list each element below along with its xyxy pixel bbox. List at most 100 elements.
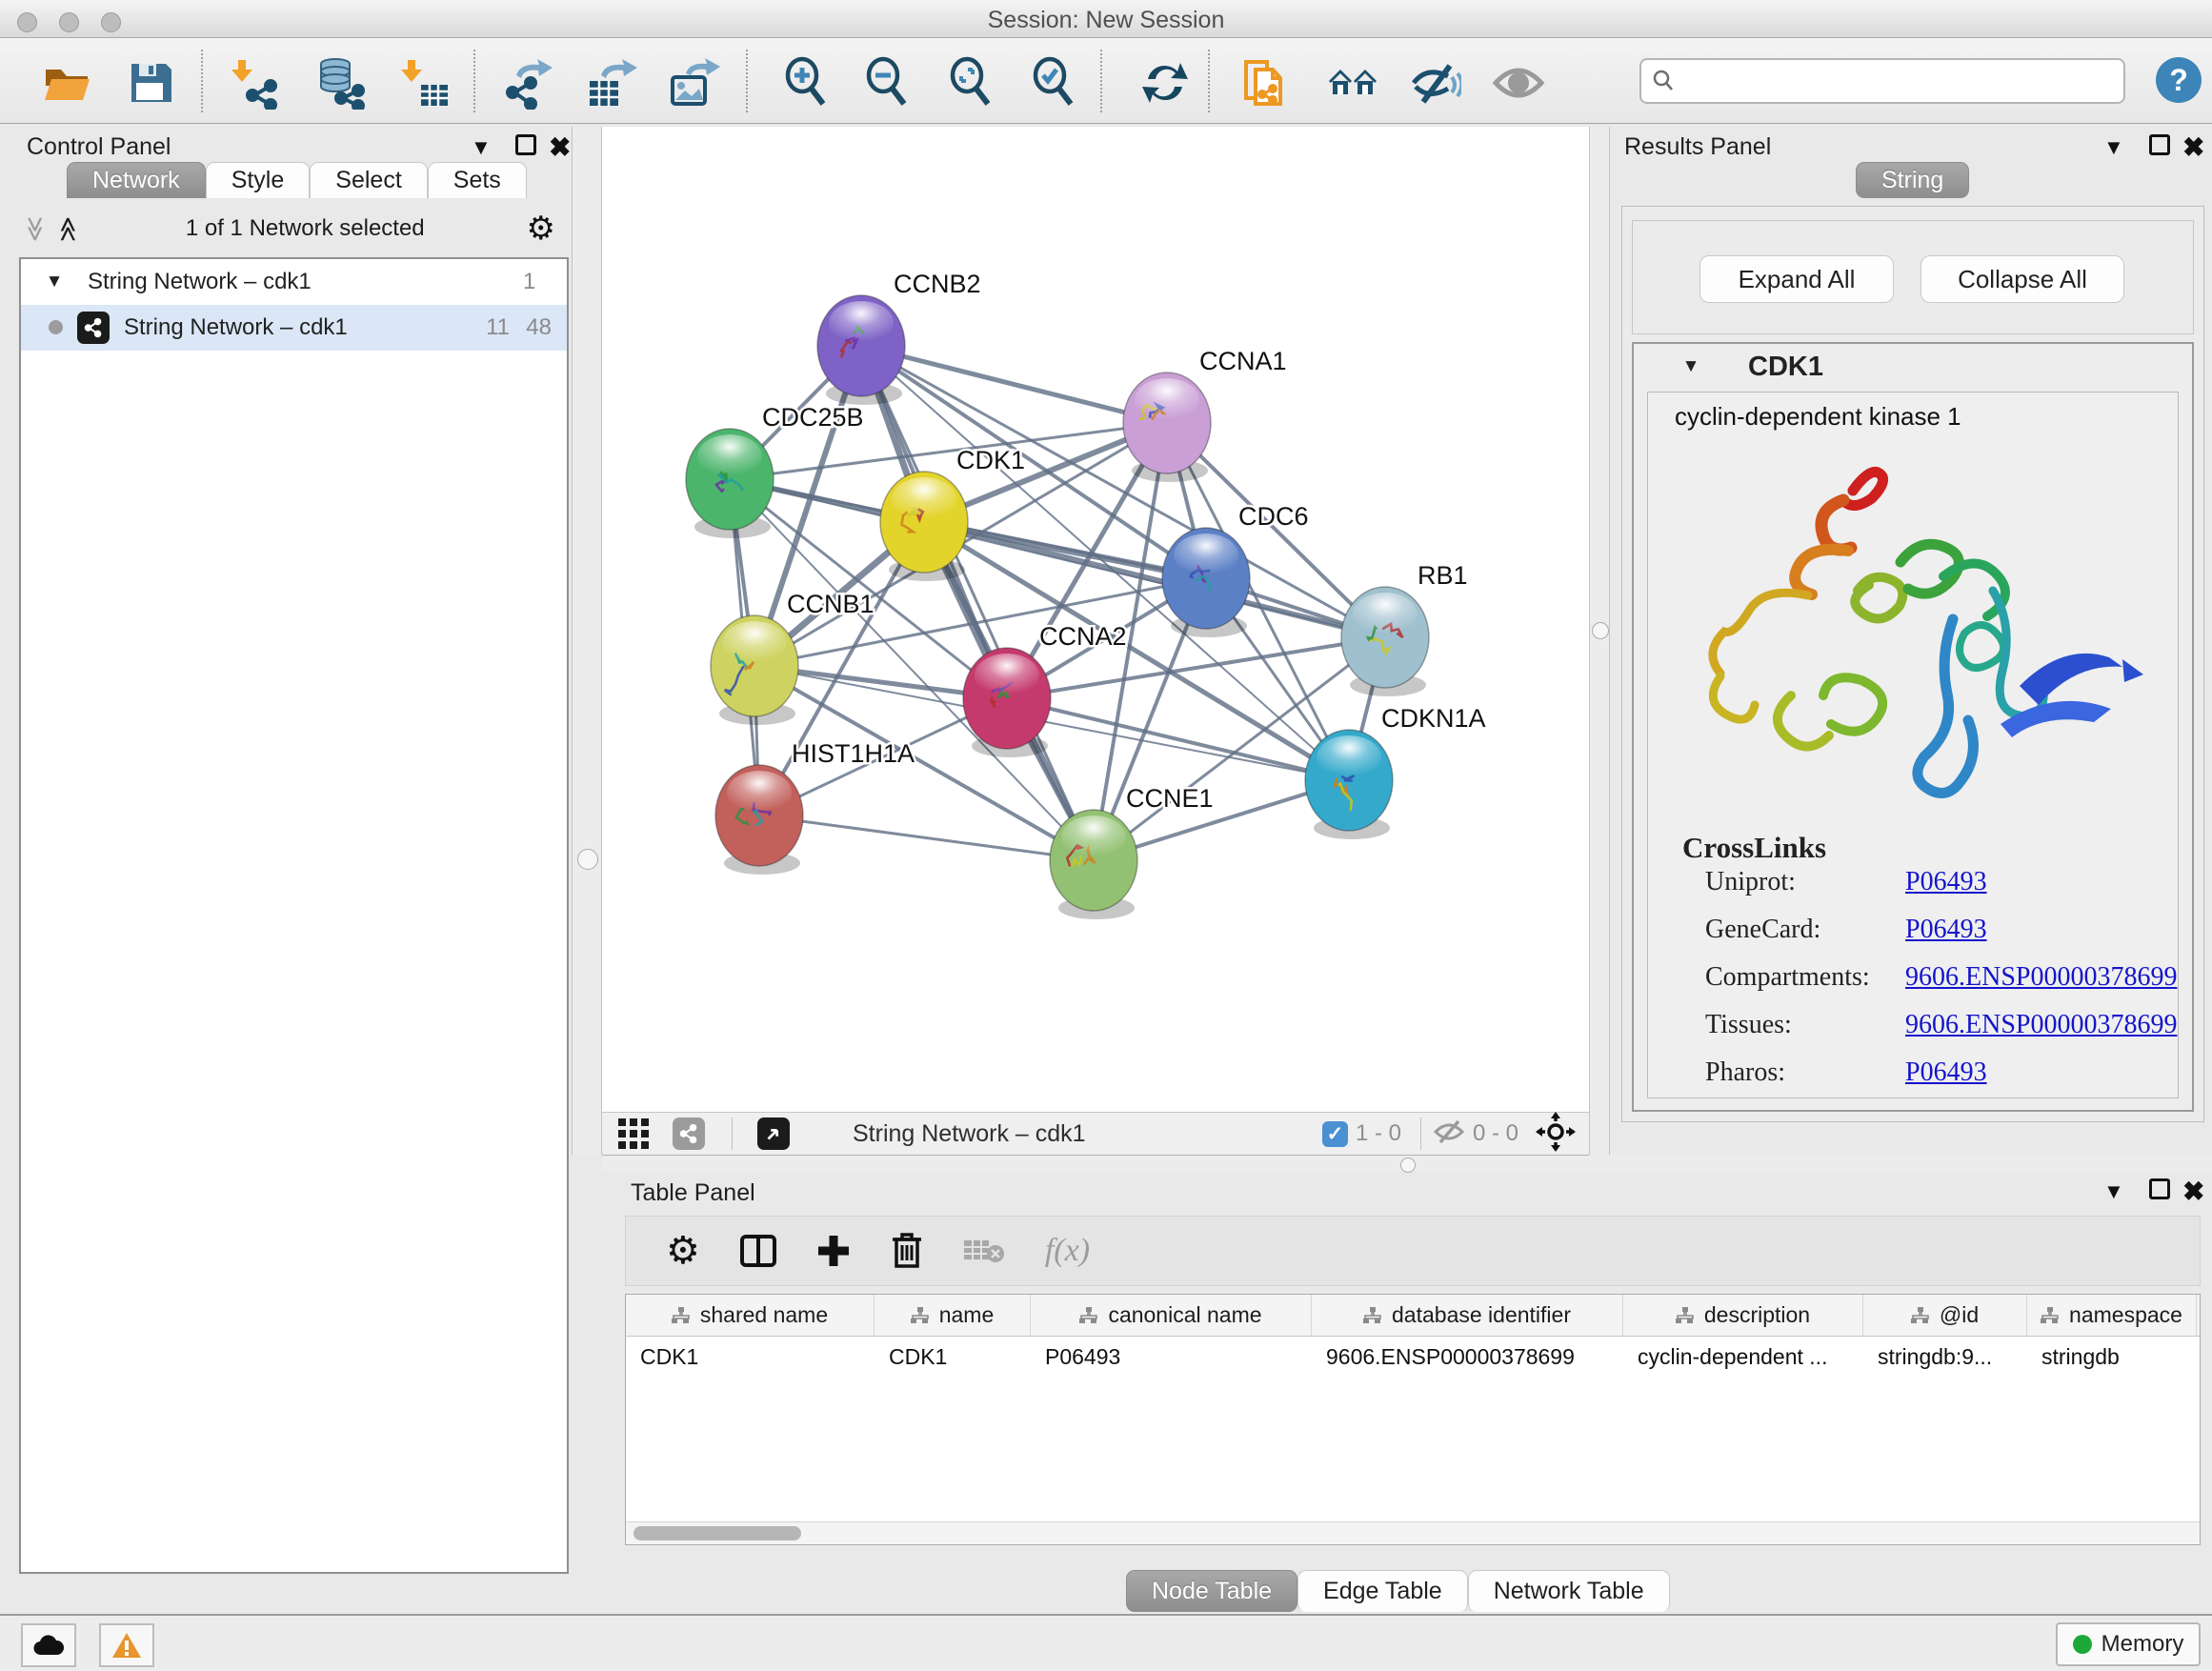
tab-node-table[interactable]: Node Table <box>1126 1570 1297 1612</box>
results-panel-float-icon[interactable] <box>2149 134 2170 155</box>
tab-network[interactable]: Network <box>67 162 206 198</box>
network-edge[interactable] <box>1007 698 1349 780</box>
collection-expand-icon[interactable]: ▼ <box>21 272 88 292</box>
right-splitter-handle[interactable] <box>1592 622 1609 639</box>
export-network-icon[interactable] <box>503 56 556 110</box>
import-table-icon[interactable] <box>400 56 453 110</box>
tab-style[interactable]: Style <box>206 162 311 198</box>
cloud-icon[interactable] <box>21 1623 76 1667</box>
cdk1-section-header[interactable]: ▼ CDK1 <box>1634 344 2192 390</box>
network-node-ccne1[interactable]: CCNE1 <box>1050 784 1214 919</box>
delete-column-icon[interactable] <box>891 1233 923 1269</box>
control-panel-menu-icon[interactable]: ▼ <box>471 135 492 160</box>
search-bar[interactable] <box>1639 58 2125 104</box>
column-header-database-identifier[interactable]: database identifier <box>1312 1295 1623 1336</box>
network-options-gear-icon[interactable]: ⚙ <box>527 210 555 248</box>
table-panel-menu-icon[interactable]: ▼ <box>2103 1179 2124 1204</box>
zoom-in-icon[interactable] <box>779 56 833 110</box>
show-all-icon[interactable] <box>1492 56 1545 110</box>
selected-counts: 1 - 0 <box>1356 1120 1401 1147</box>
network-node-ccnb2[interactable]: CCNB2 <box>817 270 981 405</box>
cdk1-collapse-icon[interactable]: ▼ <box>1634 356 1748 377</box>
node-table[interactable]: shared namenamecanonical namedatabase id… <box>625 1294 2201 1545</box>
open-session-icon[interactable] <box>40 56 93 110</box>
network-node-hist1h1a[interactable]: HIST1H1A <box>715 739 915 875</box>
table-row[interactable]: CDK1CDK1P064939606.ENSP00000378699cyclin… <box>626 1337 2200 1377</box>
network-node-cdkn1a[interactable]: CDKN1A <box>1305 704 1486 839</box>
collapse-all-button[interactable]: Collapse All <box>1920 255 2124 303</box>
crosslink-link[interactable]: P06493 <box>1905 867 1987 897</box>
hide-selected-icon[interactable] <box>1408 56 1461 110</box>
collapse-all-networks-icon[interactable]: ≫ <box>21 212 50 245</box>
column-header-name[interactable]: name <box>875 1295 1031 1336</box>
selected-checkbox-icon[interactable]: ✓ <box>1322 1121 1348 1147</box>
column-header-description[interactable]: description <box>1623 1295 1863 1336</box>
network-canvas[interactable]: CCNB2CCNA1CDC25BCDK1CDC6RB1CCNB1CCNA2CDK… <box>602 127 1589 1112</box>
export-image-icon[interactable] <box>667 56 720 110</box>
zoom-out-icon[interactable] <box>860 56 914 110</box>
network-share-view-icon[interactable] <box>673 1117 705 1150</box>
collection-count: 1 <box>523 269 567 295</box>
add-column-icon[interactable] <box>816 1234 851 1268</box>
table-panel-title: Table Panel <box>631 1179 755 1207</box>
zoom-selected-icon[interactable] <box>1027 56 1080 110</box>
export-table-icon[interactable] <box>584 56 637 110</box>
help-icon[interactable]: ? <box>2156 57 2202 103</box>
crosslink-link[interactable]: P06493 <box>1905 1057 1987 1088</box>
column-header-shared-name[interactable]: shared name <box>626 1295 875 1336</box>
table-hscrollbar-thumb[interactable] <box>633 1526 801 1540</box>
bottom-splitter[interactable] <box>602 1156 2212 1172</box>
network-node-rb1[interactable]: RB1 <box>1341 561 1468 696</box>
function-builder-icon[interactable]: f(x) <box>1045 1233 1090 1269</box>
save-session-icon[interactable] <box>124 56 177 110</box>
network-node-count: 11 <box>452 314 510 341</box>
tab-sets[interactable]: Sets <box>428 162 527 198</box>
network-node-ccna2[interactable]: CCNA2 <box>963 622 1127 757</box>
network-node-cdc6[interactable]: CDC6 <box>1162 502 1309 637</box>
expand-all-button[interactable]: Expand All <box>1699 255 1894 303</box>
column-header-@id[interactable]: @id <box>1863 1295 2027 1336</box>
left-splitter-handle[interactable] <box>577 849 598 870</box>
delete-table-icon[interactable] <box>963 1237 1005 1265</box>
network-node-cdc25b[interactable]: CDC25B <box>686 403 864 538</box>
import-network-icon[interactable] <box>231 56 284 110</box>
table-panel-close-icon[interactable]: ✖ <box>2182 1176 2204 1207</box>
crosslink-link[interactable]: 9606.ENSP00000378699 <box>1905 1010 2177 1040</box>
control-panel-close-icon[interactable]: ✖ <box>549 131 571 163</box>
detach-view-icon[interactable] <box>757 1117 790 1150</box>
search-input[interactable] <box>1683 67 2114 95</box>
birdseye-nav-icon[interactable] <box>1536 1112 1576 1157</box>
crosslink-link[interactable]: P06493 <box>1905 915 1987 945</box>
table-hscrollbar[interactable] <box>626 1521 2200 1544</box>
table-panel-float-icon[interactable] <box>2149 1178 2170 1199</box>
table-settings-icon[interactable]: ⚙ <box>666 1229 700 1273</box>
column-header-canonical-name[interactable]: canonical name <box>1031 1295 1312 1336</box>
first-neighbors-icon[interactable] <box>1326 56 1379 110</box>
left-splitter[interactable] <box>572 127 602 1155</box>
control-panel-float-icon[interactable] <box>515 134 536 155</box>
refresh-icon[interactable] <box>1138 56 1192 110</box>
expand-all-networks-icon[interactable]: ≫ <box>53 212 83 245</box>
import-database-icon[interactable] <box>314 56 368 110</box>
results-panel-close-icon[interactable]: ✖ <box>2182 131 2204 163</box>
network-edge[interactable] <box>759 815 1094 860</box>
right-splitter[interactable] <box>1589 127 1610 1155</box>
column-header-namespace[interactable]: namespace <box>2027 1295 2197 1336</box>
clone-network-icon[interactable] <box>1240 56 1294 110</box>
network-edge[interactable] <box>861 346 1167 423</box>
memory-button[interactable]: Memory <box>2056 1622 2201 1666</box>
crosslink-link[interactable]: 9606.ENSP00000378699 <box>1905 962 2177 993</box>
show-columns-icon[interactable] <box>740 1235 776 1267</box>
warning-icon[interactable] <box>99 1623 154 1667</box>
tab-string[interactable]: String <box>1856 162 1969 198</box>
tab-select[interactable]: Select <box>310 162 427 198</box>
network-collection-row[interactable]: ▼ String Network – cdk1 1 <box>21 259 567 305</box>
results-panel-menu-icon[interactable]: ▼ <box>2103 135 2124 160</box>
bottom-splitter-handle[interactable] <box>1400 1158 1416 1173</box>
node-label: RB1 <box>1418 561 1468 590</box>
grid-view-icon[interactable] <box>617 1117 650 1150</box>
tab-network-table[interactable]: Network Table <box>1468 1570 1670 1612</box>
zoom-fit-icon[interactable] <box>944 56 997 110</box>
tab-edge-table[interactable]: Edge Table <box>1297 1570 1468 1612</box>
network-row[interactable]: String Network – cdk1 11 48 <box>21 305 567 351</box>
